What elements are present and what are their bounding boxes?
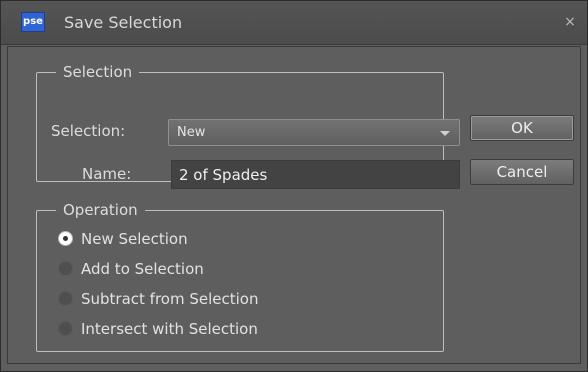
ok-button[interactable]: OK <box>470 115 574 141</box>
radio-button-selected[interactable] <box>58 231 73 246</box>
dialog-body: Selection Selection: New Name: 2 of Spad… <box>7 46 581 364</box>
name-input[interactable]: 2 of Spades <box>171 160 460 189</box>
selection-dropdown[interactable]: New <box>168 119 460 146</box>
close-icon[interactable]: × <box>561 13 579 31</box>
radio-label: Intersect with Selection <box>81 320 258 338</box>
operation-group: Operation New Selection Add to Selection… <box>36 200 444 352</box>
cancel-button[interactable]: Cancel <box>470 159 574 185</box>
chevron-down-icon <box>440 131 450 136</box>
operation-group-legend: Operation <box>56 200 145 220</box>
name-label: Name: <box>82 165 132 183</box>
save-selection-dialog: pse Save Selection × Selection Selection… <box>0 0 588 372</box>
radio-label: Subtract from Selection <box>81 290 259 308</box>
radio-label: Add to Selection <box>81 260 204 278</box>
dialog-title: Save Selection <box>64 13 183 32</box>
selection-group: Selection Selection: New Name: 2 of Spad… <box>36 62 460 189</box>
radio-button[interactable] <box>58 321 73 336</box>
title-bar[interactable]: pse Save Selection × <box>1 1 587 45</box>
radio-button[interactable] <box>58 291 73 306</box>
radio-button[interactable] <box>58 261 73 276</box>
selection-group-legend: Selection <box>56 62 140 82</box>
radio-label: New Selection <box>81 230 188 248</box>
app-logo-icon: pse <box>21 12 45 32</box>
selection-dropdown-value: New <box>177 125 206 140</box>
selection-label: Selection: <box>51 122 126 140</box>
